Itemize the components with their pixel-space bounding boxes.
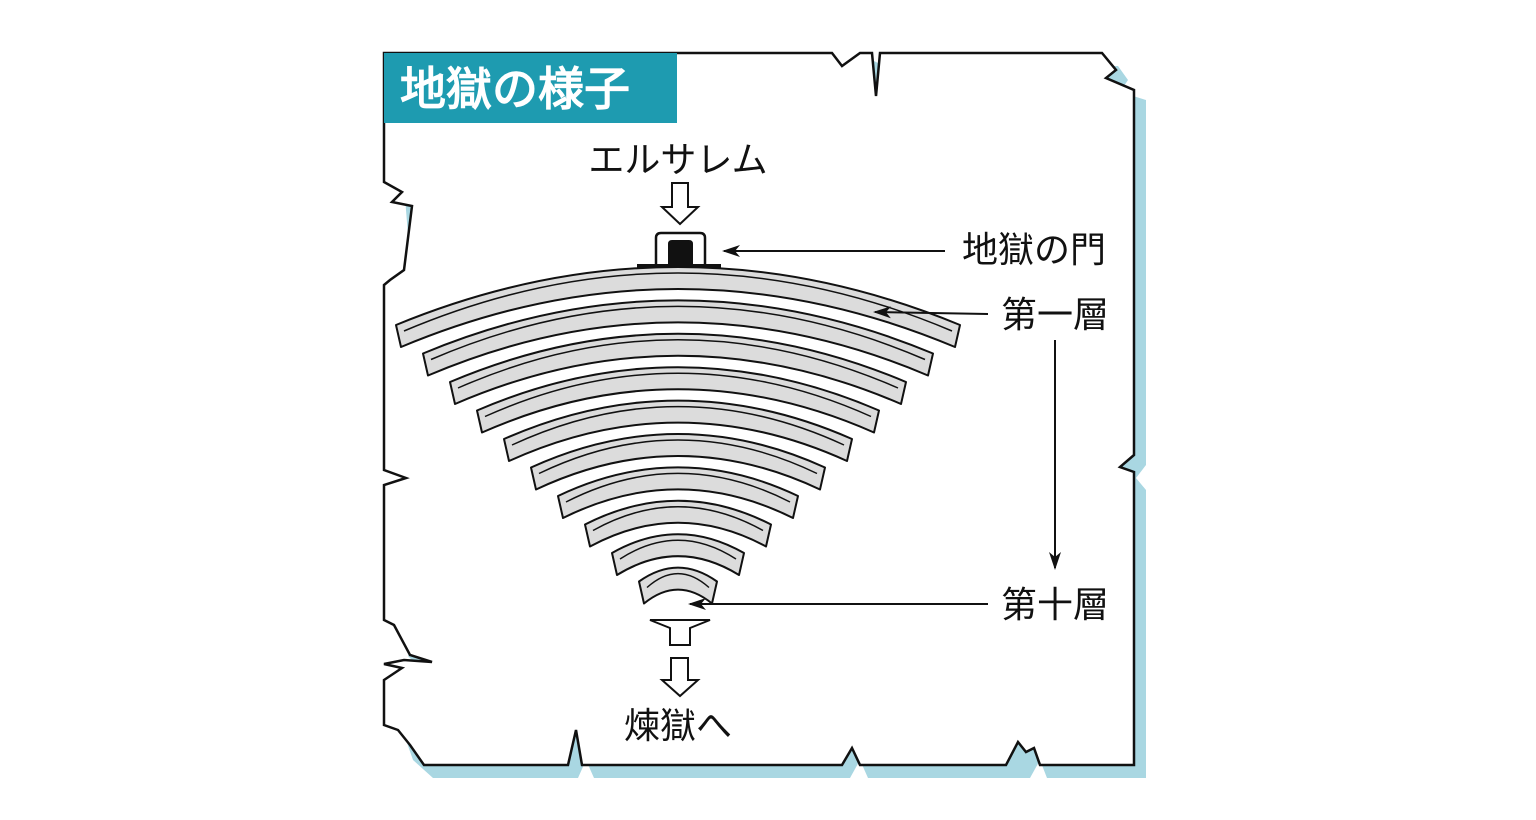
label-jerusalem: エルサレム xyxy=(588,140,767,181)
label-hell-gate: 地獄の門 xyxy=(962,230,1106,271)
label-tenth-layer: 第十層 xyxy=(1001,585,1109,626)
page-title: 地獄の様子 xyxy=(400,62,630,116)
hell-diagram: 地獄の様子 エルサレム 煉獄へ 地獄の門 第一層 第十層 xyxy=(0,0,1536,815)
label-first-layer: 第一層 xyxy=(1001,295,1109,336)
diagram-canvas: 地獄の様子 エルサレム 煉獄へ 地獄の門 第一層 第十層 xyxy=(382,51,1146,778)
label-purgatory: 煉獄へ xyxy=(624,706,732,747)
